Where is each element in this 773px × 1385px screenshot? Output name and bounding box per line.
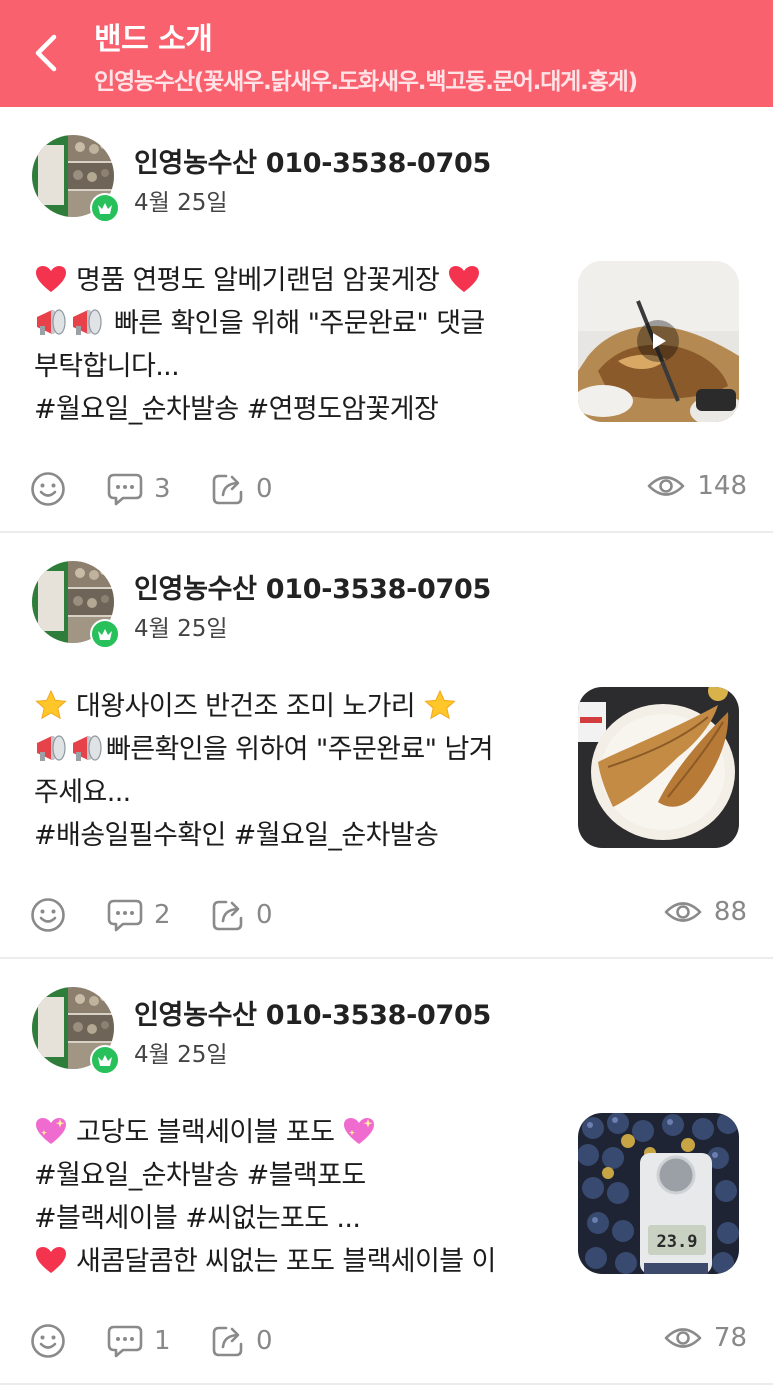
crown-icon: [98, 202, 112, 214]
post-thumbnail[interactable]: [578, 687, 739, 848]
post-actions: 1 0 78: [0, 1309, 773, 1369]
post-text-line: 부탁합니다...: [34, 351, 180, 382]
sparkling-heart-emoji-icon: [344, 1118, 375, 1144]
back-arrow-icon: [35, 34, 57, 72]
leader-badge: [90, 193, 120, 223]
share-count: 0: [256, 1326, 273, 1356]
page-title: 밴드 소개: [94, 22, 213, 57]
post-text-line: 새콤달콤한 씨없는 포도 블랙세이블 이: [34, 1240, 554, 1283]
comment-button[interactable]: 3: [106, 471, 171, 507]
eye-icon: [664, 902, 702, 922]
play-icon[interactable]: [637, 320, 679, 362]
share-count: 0: [256, 474, 273, 504]
smile-icon: [31, 472, 65, 506]
band-name: 인영농수산(꽃새우.닭새우.도화새우.백고동.문어.대게.홍게): [94, 69, 638, 95]
post-date: 4월 25일: [134, 616, 228, 642]
heart-emoji-icon: [36, 1247, 66, 1273]
author-avatar[interactable]: [32, 135, 120, 223]
smile-icon: [31, 898, 65, 932]
post-date: 4월 25일: [134, 190, 228, 216]
post-text-line: #월요일_순차발송 #연평도암꽃게장: [34, 394, 439, 425]
view-count-area: 78: [664, 1323, 747, 1353]
post-card[interactable]: 인영농수산 010-3538-0705 4월 25일 명품 연평도 알베기랜덤 암…: [0, 107, 773, 533]
star-emoji-icon: [424, 690, 456, 720]
view-count-area: 88: [664, 897, 747, 927]
back-button[interactable]: [24, 28, 68, 78]
comment-icon: [107, 473, 143, 506]
post-text-line: 주세요...: [34, 777, 131, 808]
post-text-line: 빠른확인을 위하여 "주문완료" 남겨: [34, 728, 554, 771]
author-name[interactable]: 인영농수산 010-3538-0705: [134, 567, 491, 606]
reaction-button[interactable]: [30, 471, 66, 507]
heart-emoji-icon: [36, 266, 66, 292]
comment-count: 1: [154, 1326, 171, 1356]
star-emoji-icon: [35, 690, 67, 720]
reaction-button[interactable]: [30, 897, 66, 933]
share-button[interactable]: 0: [210, 897, 273, 933]
post-text-line: 대왕사이즈 반건조 조미 노가리: [34, 685, 554, 728]
comment-button[interactable]: 1: [106, 1323, 171, 1359]
post-text-line: #배송일필수확인 #월요일_순차발송: [34, 820, 439, 851]
share-icon: [212, 900, 243, 931]
comment-count: 3: [154, 474, 171, 504]
post-text-line: 빠른 확인을 위해 "주문완료" 댓글: [34, 302, 554, 345]
share-icon: [212, 474, 243, 505]
post-text-line: #월요일_순차발송 #블랙포도: [34, 1160, 366, 1191]
view-count-area: 148: [647, 471, 747, 501]
post-card[interactable]: 인영농수산 010-3538-0705 4월 25일 고당도 블랙세이블 포도 #…: [0, 959, 773, 1385]
share-button[interactable]: 0: [210, 1323, 273, 1359]
author-name[interactable]: 인영농수산 010-3538-0705: [134, 993, 491, 1032]
post-actions: 2 0 88: [0, 883, 773, 943]
reaction-button[interactable]: [30, 1323, 66, 1359]
post-card[interactable]: 인영농수산 010-3538-0705 4월 25일 대왕사이즈 반건조 조미 노…: [0, 533, 773, 959]
post-text-line: #블랙세이블 #씨없는포도 ...: [34, 1203, 361, 1234]
smile-icon: [31, 1324, 65, 1358]
heart-emoji-icon: [449, 266, 480, 292]
share-count: 0: [256, 900, 273, 930]
post-actions: 3 0 148: [0, 457, 773, 517]
author-avatar[interactable]: [32, 561, 120, 649]
comment-button[interactable]: 2: [106, 897, 171, 933]
share-icon: [212, 1326, 243, 1357]
share-button[interactable]: 0: [210, 471, 273, 507]
eye-icon: [664, 1328, 702, 1348]
author-name[interactable]: 인영농수산 010-3538-0705: [134, 141, 491, 180]
post-body[interactable]: 대왕사이즈 반건조 조미 노가리 빠른확인을 위하여 "주문완료" 남겨주세요.…: [34, 685, 554, 857]
post-text-line: 고당도 블랙세이블 포도: [34, 1111, 554, 1154]
post-date: 4월 25일: [134, 1042, 228, 1068]
view-count: 88: [713, 897, 747, 927]
view-count: 148: [697, 471, 747, 501]
leader-badge: [90, 619, 120, 649]
eye-icon: [648, 476, 685, 496]
app-header: 밴드 소개 인영농수산(꽃새우.닭새우.도화새우.백고동.문어.대게.홍게): [0, 0, 773, 107]
crown-icon: [98, 628, 112, 640]
author-avatar[interactable]: [32, 987, 120, 1075]
leader-badge: [90, 1045, 120, 1075]
megaphone-emoji-icon: [37, 309, 102, 335]
post-text-line: 명품 연평도 알베기랜덤 암꽃게장: [34, 259, 554, 302]
comment-icon: [107, 1325, 143, 1358]
comment-count: 2: [154, 900, 171, 930]
comment-icon: [107, 899, 143, 932]
megaphone-emoji-icon: [37, 735, 102, 761]
view-count: 78: [713, 1323, 747, 1353]
post-thumbnail[interactable]: 23.9: [578, 1113, 739, 1274]
post-thumbnail[interactable]: [578, 261, 739, 422]
post-body[interactable]: 명품 연평도 알베기랜덤 암꽃게장 빠른 확인을 위해 "주문완료" 댓글부탁합…: [34, 259, 554, 431]
sparkling-heart-emoji-icon: [36, 1118, 66, 1144]
crown-icon: [98, 1054, 112, 1066]
post-body[interactable]: 고당도 블랙세이블 포도 #월요일_순차발송 #블랙포도 #블랙세이블 #씨없는포…: [34, 1111, 554, 1283]
refractometer-reading: 23.9: [656, 1232, 698, 1252]
